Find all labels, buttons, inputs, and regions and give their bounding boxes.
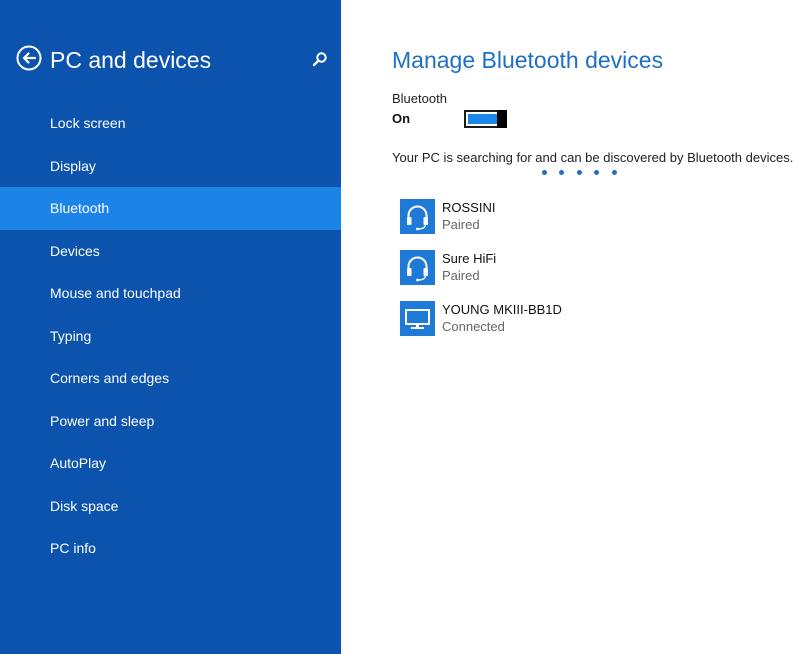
searching-progress-indicator — [542, 170, 625, 176]
device-status: Paired — [442, 217, 480, 232]
monitor-icon — [400, 301, 435, 336]
discovery-status-text: Your PC is searching for and can be disc… — [392, 150, 794, 165]
search-icon — [312, 52, 327, 67]
device-status: Connected — [442, 319, 505, 334]
toggle-thumb[interactable] — [497, 110, 507, 128]
bluetooth-label: Bluetooth — [392, 91, 447, 106]
sidebar-item-pc-info[interactable]: PC info — [0, 527, 341, 570]
sidebar-item-mouse-and-touchpad[interactable]: Mouse and touchpad — [0, 272, 341, 315]
back-button[interactable] — [16, 45, 42, 71]
device-item[interactable]: ROSSINI Paired — [400, 198, 780, 249]
sidebar-item-display[interactable]: Display — [0, 145, 341, 188]
page-title: Manage Bluetooth devices — [392, 47, 664, 73]
device-item[interactable]: YOUNG MKIII-BB1D Connected — [400, 300, 780, 351]
sidebar-item-power-and-sleep[interactable]: Power and sleep — [0, 400, 341, 443]
device-name: YOUNG MKIII-BB1D — [442, 302, 562, 317]
bluetooth-toggle[interactable] — [464, 110, 507, 128]
device-item[interactable]: Sure HiFi Paired — [400, 249, 780, 300]
search-button[interactable] — [312, 51, 328, 67]
toggle-fill — [468, 114, 497, 124]
device-status: Paired — [442, 268, 480, 283]
progress-dot — [542, 170, 547, 175]
device-name: Sure HiFi — [442, 251, 497, 266]
sidebar-item-bluetooth[interactable]: Bluetooth — [0, 187, 341, 230]
page-section-title: PC and devices — [50, 47, 212, 73]
main-panel: Manage Bluetooth devices Bluetooth On Yo… — [392, 0, 794, 654]
progress-dot — [594, 170, 600, 175]
sidebar: PC and devices Lock screen Display Bluet… — [0, 0, 341, 654]
device-list: ROSSINI Paired Sure HiFi Paired YOUNG MK… — [400, 198, 780, 351]
headset-icon — [400, 250, 435, 285]
progress-dot — [611, 170, 617, 175]
sidebar-item-disk-space[interactable]: Disk space — [0, 485, 341, 528]
sidebar-item-corners-and-edges[interactable]: Corners and edges — [0, 357, 341, 400]
sidebar-item-devices[interactable]: Devices — [0, 230, 341, 273]
sidebar-header: PC and devices — [16, 44, 328, 78]
sidebar-nav: Lock screen Display Bluetooth Devices Mo… — [0, 102, 341, 570]
sidebar-item-typing[interactable]: Typing — [0, 315, 341, 358]
progress-dot — [576, 170, 582, 175]
progress-dot — [559, 170, 565, 175]
back-arrow-circle-icon — [16, 45, 42, 71]
sidebar-item-autoplay[interactable]: AutoPlay — [0, 442, 341, 485]
bluetooth-state-label: On — [392, 111, 411, 126]
sidebar-item-lock-screen[interactable]: Lock screen — [0, 102, 341, 145]
device-name: ROSSINI — [442, 200, 496, 215]
headset-icon — [400, 199, 435, 234]
